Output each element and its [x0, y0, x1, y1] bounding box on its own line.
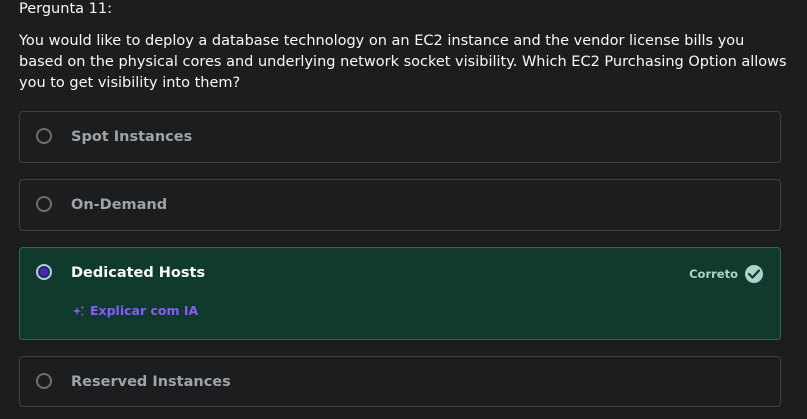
radio-button-selected[interactable] — [36, 264, 52, 280]
answer-option-2[interactable]: On-Demand — [19, 179, 781, 231]
radio-button[interactable] — [36, 373, 52, 389]
answer-option-1[interactable]: Spot Instances — [19, 111, 781, 163]
radio-button[interactable] — [36, 128, 52, 144]
answer-option-label: Dedicated Hosts — [71, 265, 206, 281]
radio-button[interactable] — [36, 196, 52, 212]
answer-option-4[interactable]: Reserved Instances — [19, 356, 781, 407]
answer-option-label: On-Demand — [71, 197, 168, 213]
question-number: Pergunta 11: — [19, 1, 112, 17]
correct-badge: Correto — [689, 265, 763, 283]
check-circle-icon — [745, 265, 763, 283]
question-text: You would like to deploy a database tech… — [19, 33, 787, 91]
explain-with-ai-label: Explicar com IA — [90, 303, 199, 318]
sparkle-icon — [73, 305, 85, 317]
answer-option-label: Reserved Instances — [71, 374, 231, 390]
radio-dot — [40, 268, 48, 276]
answer-option-3[interactable]: Dedicated Hosts Correto Explicar com IA — [19, 247, 781, 340]
explain-with-ai-button[interactable]: Explicar com IA — [73, 303, 198, 319]
quiz-question-panel: Pergunta 11: You would like to deploy a … — [0, 0, 807, 419]
answer-option-label: Spot Instances — [71, 129, 193, 145]
correct-status-text: Correto — [689, 267, 738, 281]
